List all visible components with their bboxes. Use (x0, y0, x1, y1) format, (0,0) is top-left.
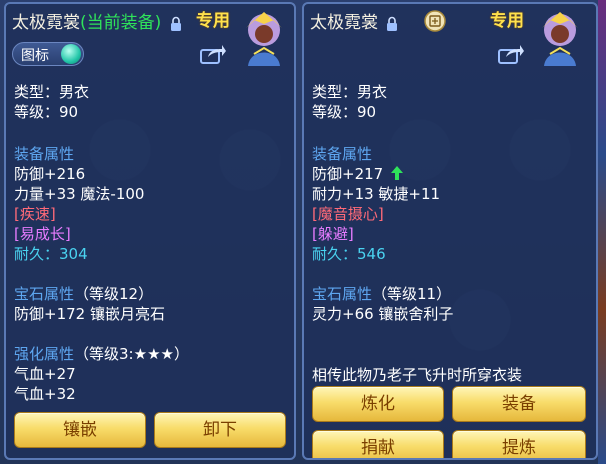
character-avatar-icon (542, 12, 578, 66)
enhance-attr-row: 强化属性（等级3:★★★） (14, 344, 189, 364)
durability-label: 耐久： (312, 245, 358, 263)
current-equip-tag: (当前装备) (80, 13, 162, 33)
durability-label: 耐久： (14, 245, 60, 263)
gem-attr-header: 宝石属性 (312, 285, 373, 303)
exclusive-badge: 专用 (196, 11, 230, 31)
stat-line: 防御+216 (14, 165, 86, 183)
character-avatar-icon (246, 12, 282, 66)
inlay-button[interactable]: 镶嵌 (14, 412, 146, 448)
special-skill: [疾速] (14, 205, 56, 223)
refine-button[interactable]: 炼化 (312, 386, 444, 422)
enhance-attr-header: 强化属性 (14, 345, 75, 363)
item-type: 类型：男衣 (312, 83, 388, 101)
appraise-seal-icon (424, 10, 446, 32)
enhance-stars: ★★★ (133, 345, 174, 363)
enhance-level: （等级3: (74, 345, 134, 363)
gem-attr-row: 宝石属性（等级11） (312, 284, 451, 304)
gem-level: （等级11） (372, 285, 452, 303)
gem-text: 防御+172 镶嵌月亮石 (14, 305, 165, 323)
gem-level: （等级12） (74, 285, 154, 303)
durability-value: 304 (59, 245, 88, 263)
item-name: 太极霓裳 (310, 13, 378, 33)
durability-value: 546 (357, 245, 386, 263)
gem-text: 灵力+66 镶嵌舍利子 (312, 305, 454, 323)
background-inventory-edge (598, 0, 606, 464)
item-level: 等级：90 (312, 103, 377, 121)
item-name: 太极霓裳 (12, 13, 80, 33)
lock-icon (387, 16, 398, 31)
share-icon[interactable] (498, 44, 524, 64)
stat-line: 力量+33 魔法-100 (14, 185, 145, 203)
enhance-stat: 气血+32 (14, 385, 76, 403)
durability: 耐久：304 (14, 244, 88, 264)
exclusive-badge: 专用 (490, 11, 524, 31)
item-description: 相传此物乃老子飞升时所穿衣装 (312, 366, 523, 384)
remove-button[interactable]: 卸下 (154, 412, 286, 448)
item-title: 太极霓裳 (310, 8, 398, 33)
item-level: 等级：90 (14, 103, 79, 121)
donate-button[interactable]: 捐献 (312, 430, 444, 458)
equip-attr-header: 装备属性 (14, 145, 75, 163)
enhance-stat: 气血+27 (14, 365, 76, 383)
compare-item-panel: 太极霓裳 专用 类型：男衣 等级：90 装备属性 防御+217 耐力+13 敏捷… (302, 2, 598, 460)
special-effect: [躲避] (312, 225, 354, 243)
gem-attr-row: 宝石属性（等级12） (14, 284, 153, 304)
equip-attr-header: 装备属性 (312, 145, 373, 163)
item-title: 太极霓裳(当前装备) (12, 8, 182, 33)
lock-icon (170, 16, 181, 31)
durability: 耐久：546 (312, 244, 386, 264)
toggle-knob[interactable] (61, 44, 81, 64)
stat-line: 耐力+13 敏捷+11 (312, 185, 441, 203)
enhance-close: ） (173, 345, 189, 363)
icon-toggle[interactable]: 图标 (12, 42, 84, 66)
share-icon[interactable] (200, 44, 226, 64)
stat-text: 防御+217 (312, 165, 384, 183)
item-type: 类型：男衣 (14, 83, 90, 101)
special-effect: [易成长] (14, 225, 71, 243)
equipped-item-panel: 太极霓裳(当前装备) 专用 图标 类型：男衣 等级：90 装备属性 防御+216… (4, 2, 296, 460)
equip-button[interactable]: 装备 (452, 386, 586, 422)
special-skill: [魔音摄心] (312, 205, 384, 223)
arrow-up-icon (390, 166, 403, 180)
stat-line: 防御+217 (312, 164, 404, 184)
gem-attr-header: 宝石属性 (14, 285, 75, 303)
extract-button[interactable]: 提炼 (452, 430, 586, 458)
icon-toggle-label: 图标 (21, 48, 49, 64)
